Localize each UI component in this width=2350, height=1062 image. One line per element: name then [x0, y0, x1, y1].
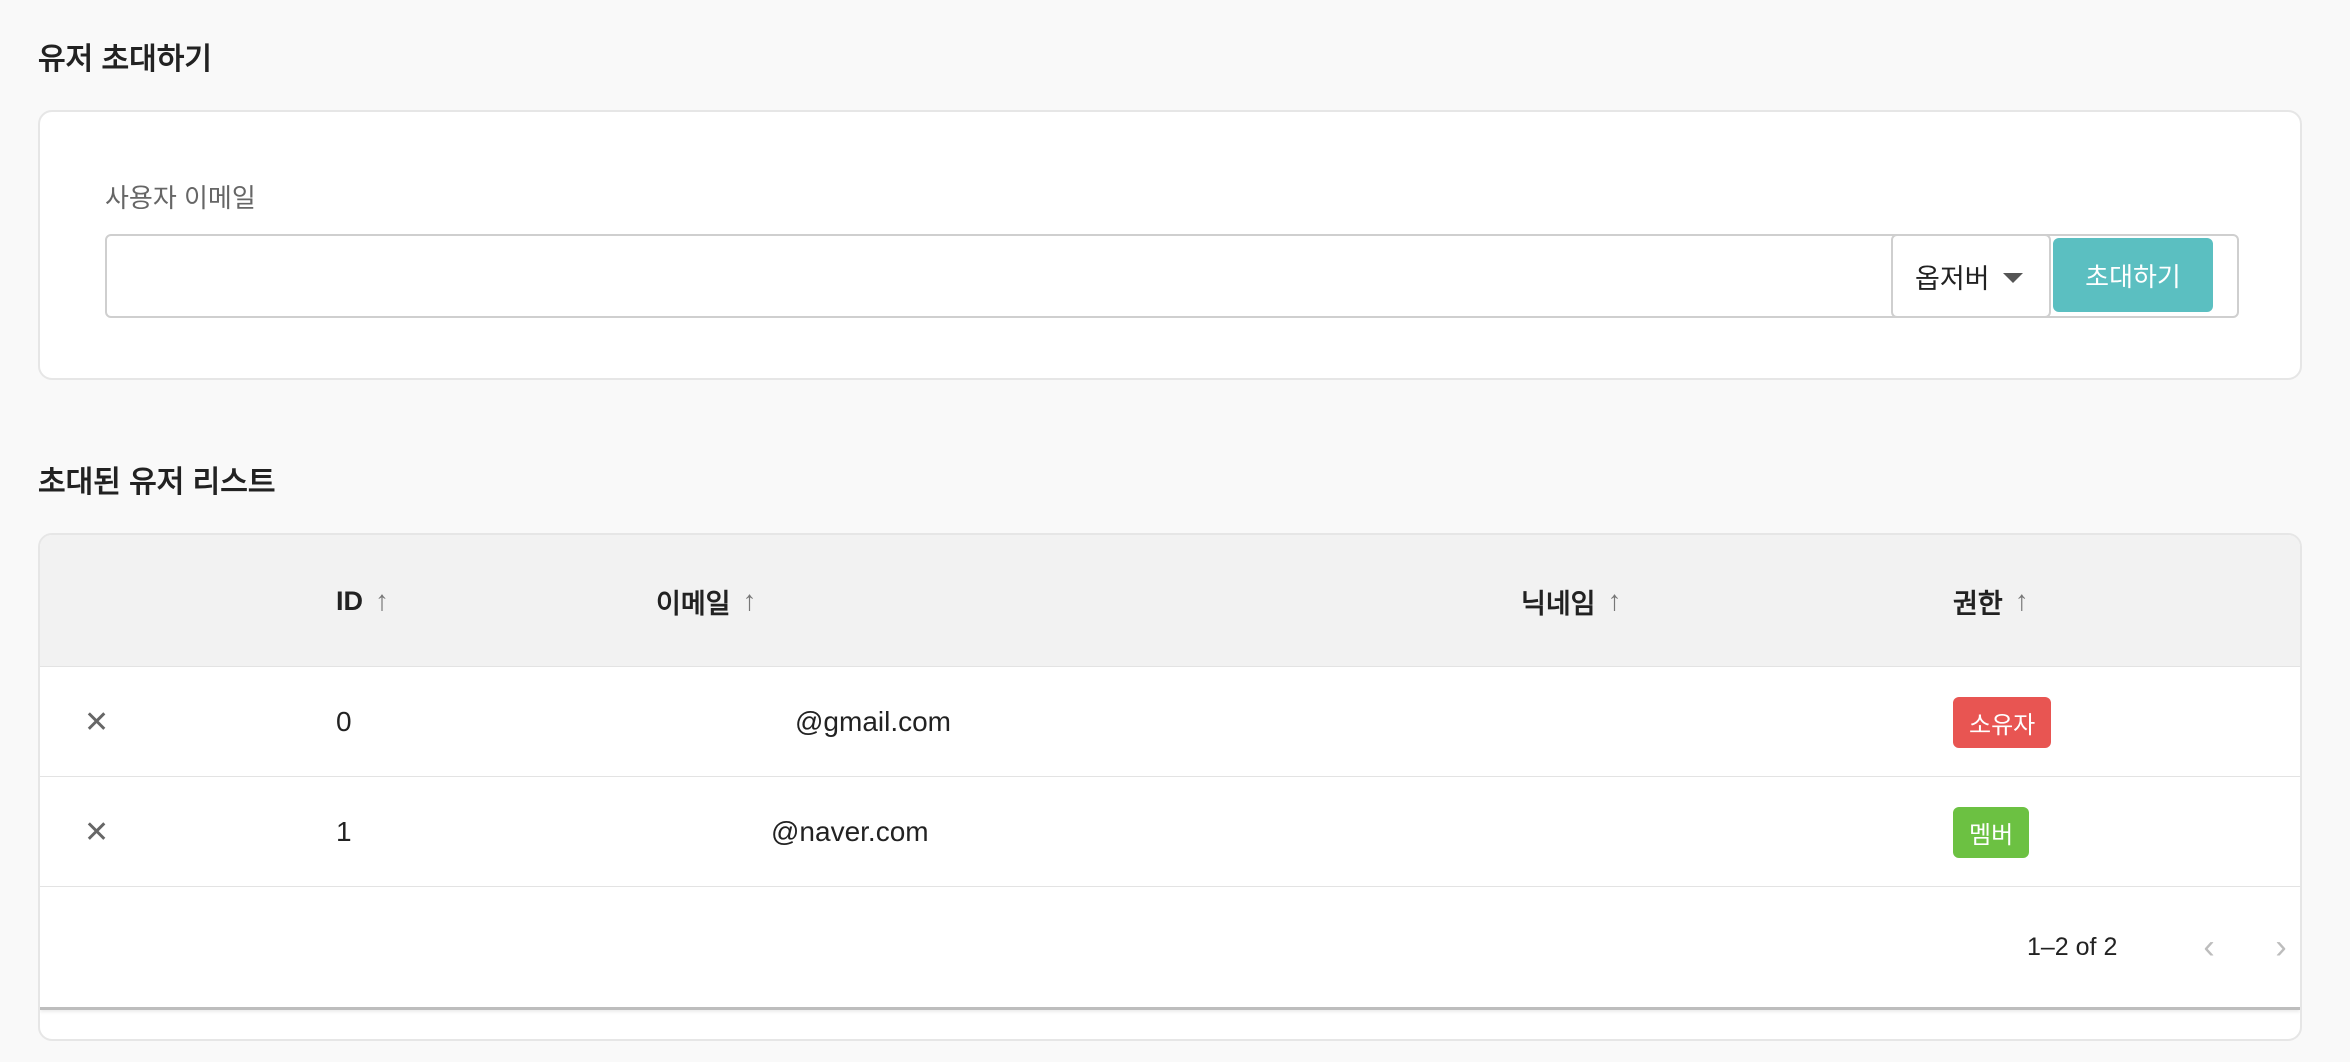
invite-button[interactable]: 초대하기 — [2053, 238, 2213, 312]
arrow-up-icon[interactable]: ↑ — [2015, 585, 2029, 617]
user-table: ID ↑ 이메일 ↑ 닉네임 ↑ 권한 ↑ ✕ 0 @gmail.com 소유자… — [40, 535, 2300, 1010]
chevron-right-icon[interactable]: › — [2259, 887, 2300, 1007]
close-icon[interactable]: ✕ — [84, 777, 109, 887]
email-input[interactable] — [107, 236, 1891, 316]
invite-section-title: 유저 초대하기 — [38, 43, 212, 76]
table-header: ID ↑ 이메일 ↑ 닉네임 ↑ 권한 ↑ — [40, 535, 2300, 667]
email-field-label: 사용자 이메일 — [105, 183, 256, 213]
role-badge-owner: 소유자 — [1953, 696, 2052, 748]
row-id: 1 — [336, 816, 352, 847]
table-row: ✕ 0 @gmail.com 소유자 — [40, 667, 2300, 777]
list-section-title: 초대된 유저 리스트 — [38, 466, 276, 499]
column-header-email[interactable]: 이메일 ↑ — [656, 535, 757, 667]
role-select-value: 옵저버 — [1915, 263, 1990, 294]
invite-card: 사용자 이메일 옵저버 초대하기 — [38, 110, 2302, 380]
table-row: ✕ 1 @naver.com 멤버 — [40, 777, 2300, 887]
row-email: @naver.com — [771, 816, 929, 847]
column-header-nickname[interactable]: 닉네임 ↑ — [1521, 535, 1622, 667]
chevron-left-icon[interactable]: ‹ — [2187, 887, 2231, 1007]
role-select[interactable]: 옵저버 — [1891, 234, 2051, 318]
page: 유저 초대하기 사용자 이메일 옵저버 초대하기 초대된 유저 리스트 ID ↑… — [0, 0, 2350, 1062]
user-table-card: ID ↑ 이메일 ↑ 닉네임 ↑ 권한 ↑ ✕ 0 @gmail.com 소유자… — [38, 533, 2302, 1041]
arrow-up-icon[interactable]: ↑ — [375, 585, 389, 617]
arrow-up-icon[interactable]: ↑ — [743, 585, 757, 617]
pagination: 1–2 of 2 ‹ › — [40, 887, 2300, 1007]
row-email: @gmail.com — [795, 706, 952, 737]
arrow-up-icon[interactable]: ↑ — [1608, 585, 1622, 617]
row-id: 0 — [336, 706, 352, 737]
column-header-role[interactable]: 권한 ↑ — [1953, 535, 2029, 667]
role-badge-member: 멤버 — [1953, 806, 2030, 858]
close-icon[interactable]: ✕ — [84, 667, 109, 777]
column-header-id[interactable]: ID ↑ — [336, 535, 389, 667]
caret-down-icon — [2003, 273, 2023, 283]
pagination-range: 1–2 of 2 — [2027, 932, 2118, 961]
invite-input-group: 옵저버 초대하기 — [105, 234, 2239, 318]
